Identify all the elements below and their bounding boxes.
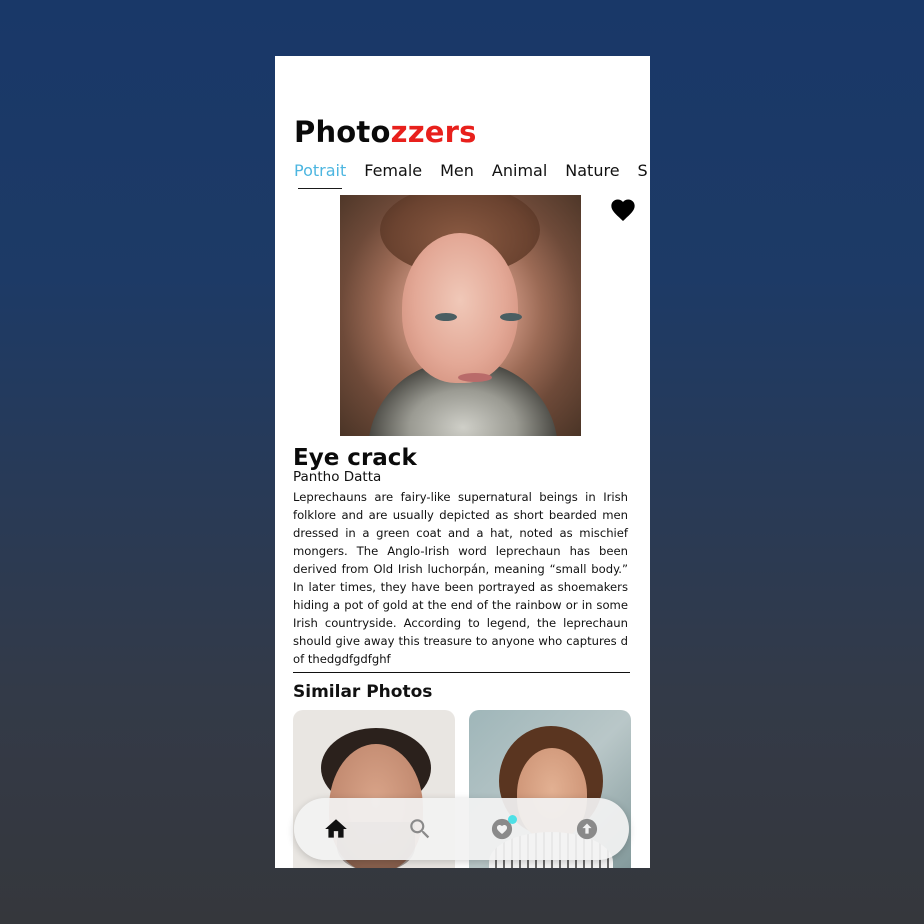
tab-female[interactable]: Female <box>364 160 422 186</box>
tab-potrait[interactable]: Potrait <box>294 160 346 189</box>
heart-icon[interactable] <box>609 196 637 224</box>
photo-description: Leprechauns are fairy-like supernatural … <box>293 490 628 666</box>
tab-men[interactable]: Men <box>440 160 474 186</box>
logo-part-2: zzers <box>390 115 477 149</box>
similar-photos-heading: Similar Photos <box>293 682 433 702</box>
bottom-navbar <box>294 798 629 860</box>
tab-animal[interactable]: Animal <box>492 160 547 186</box>
home-icon[interactable] <box>323 816 349 842</box>
upload-icon[interactable] <box>576 818 598 840</box>
app-logo: Photozzers <box>294 114 477 150</box>
app-screen: Photozzers Potrait Female Men Animal Nat… <box>275 56 650 868</box>
photo-author: Pantho Datta <box>293 469 382 485</box>
search-icon[interactable] <box>407 816 433 842</box>
notification-dot <box>508 815 517 824</box>
tab-nature[interactable]: Nature <box>565 160 619 186</box>
category-tabs: Potrait Female Men Animal Nature S <box>294 160 650 189</box>
divider <box>293 672 630 673</box>
logo-part-1: Photo <box>294 115 391 149</box>
main-photo[interactable] <box>340 195 581 436</box>
tab-more[interactable]: S <box>638 160 648 186</box>
